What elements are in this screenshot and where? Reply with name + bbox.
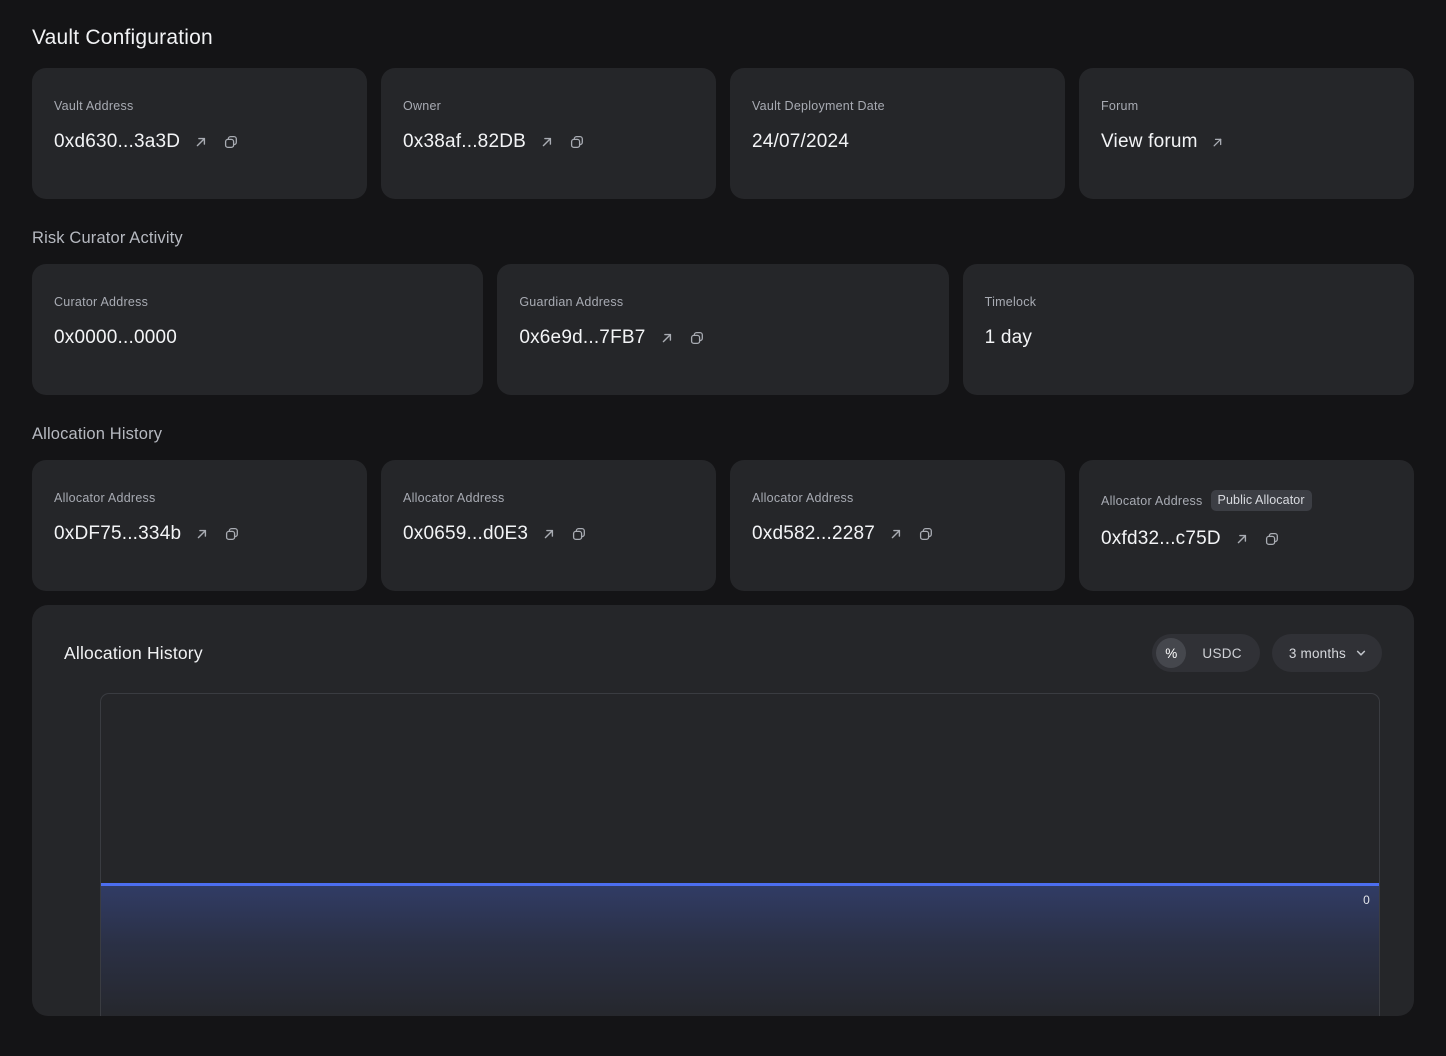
card-label: Vault Deployment Date xyxy=(752,98,1043,114)
external-link-icon[interactable] xyxy=(538,133,556,151)
card-allocator-address-3: Allocator Address 0xd582...2287 xyxy=(730,460,1065,591)
external-link-icon[interactable] xyxy=(658,329,676,347)
chart-series-line xyxy=(101,883,1379,886)
card-curator-address: Curator Address 0x0000...0000 xyxy=(32,264,484,395)
card-value-row: 0x0659...d0E3 xyxy=(403,522,694,546)
card-label: Allocator Address xyxy=(403,490,694,506)
card-value-row: 0xd582...2287 xyxy=(752,522,1043,546)
card-label-text: Curator Address xyxy=(54,295,149,309)
copy-icon[interactable] xyxy=(222,133,240,151)
card-label-text: Forum xyxy=(1101,99,1139,113)
chart-series-value-label: 0 xyxy=(1363,893,1370,907)
card-value-row: 0x6e9d...7FB7 xyxy=(519,326,926,350)
vault-config-card-grid: Vault Address 0xd630...3a3D Owner 0x38af… xyxy=(32,68,1414,199)
card-vault-deployment-date: Vault Deployment Date 24/07/2024 xyxy=(730,68,1065,199)
card-value: 0x0659...d0E3 xyxy=(403,523,529,544)
chart-controls: % USDC 3 months xyxy=(1152,634,1382,672)
card-label: Vault Address xyxy=(54,98,345,114)
card-vault-address: Vault Address 0xd630...3a3D xyxy=(32,68,367,199)
external-link-icon[interactable] xyxy=(887,525,905,543)
card-label: Owner xyxy=(403,98,694,114)
card-label-text: Allocator Address xyxy=(403,491,505,505)
card-label-text: Allocator Address xyxy=(752,491,854,505)
card-value: 0x0000...0000 xyxy=(54,327,178,348)
unit-toggle-group: % USDC xyxy=(1152,634,1260,672)
card-value: 1 day xyxy=(984,327,1033,348)
time-range-label: 3 months xyxy=(1288,645,1346,661)
card-label: Guardian Address xyxy=(519,294,926,310)
external-link-icon[interactable] xyxy=(1233,530,1251,548)
card-forum: Forum View forum xyxy=(1079,68,1414,199)
section-title-allocation-history: Allocation History xyxy=(32,425,163,443)
card-value-row: 1 day xyxy=(985,326,1392,350)
card-label: Timelock xyxy=(985,294,1392,310)
external-link-icon[interactable] xyxy=(1209,133,1227,151)
card-allocator-address-4: Allocator Address Public Allocator 0xfd3… xyxy=(1079,460,1414,591)
card-value: 0xfd32...c75D xyxy=(1101,528,1221,549)
unit-toggle-usdc[interactable]: USDC xyxy=(1188,638,1255,668)
card-allocator-address-1: Allocator Address 0xDF75...334b xyxy=(32,460,367,591)
external-link-icon[interactable] xyxy=(540,525,558,543)
card-guardian-address: Guardian Address 0x6e9d...7FB7 xyxy=(497,264,949,395)
section-title-risk-curator-activity: Risk Curator Activity xyxy=(32,229,183,247)
allocation-history-chart-panel: Allocation History % USDC 3 months 0 xyxy=(32,605,1414,1016)
card-label: Allocator Address Public Allocator xyxy=(1101,490,1392,511)
card-value-row: 24/07/2024 xyxy=(752,130,1043,154)
card-value: 0xd582...2287 xyxy=(752,523,876,544)
card-label-text: Allocator Address xyxy=(1101,493,1203,508)
card-label-text: Guardian Address xyxy=(519,295,624,309)
chart-header: Allocation History % USDC 3 months xyxy=(64,633,1382,673)
card-value: View forum xyxy=(1101,131,1198,152)
vault-configuration-page: Vault Configuration Vault Address 0xd630… xyxy=(0,0,1446,1056)
status-badge-public-allocator: Public Allocator xyxy=(1210,490,1312,511)
card-value-row: 0xd630...3a3D xyxy=(54,130,345,154)
card-label-text: Vault Address xyxy=(54,99,134,113)
card-label: Allocator Address xyxy=(752,490,1043,506)
external-link-icon[interactable] xyxy=(193,525,211,543)
copy-icon[interactable] xyxy=(570,525,588,543)
card-label-text: Vault Deployment Date xyxy=(752,99,885,113)
copy-icon[interactable] xyxy=(223,525,241,543)
card-label: Curator Address xyxy=(54,294,461,310)
external-link-icon[interactable] xyxy=(192,133,210,151)
time-range-dropdown[interactable]: 3 months xyxy=(1271,634,1382,672)
percent-icon: % xyxy=(1165,645,1178,661)
risk-curator-card-grid: Curator Address 0x0000...0000 Guardian A… xyxy=(32,264,1414,395)
card-allocator-address-2: Allocator Address 0x0659...d0E3 xyxy=(381,460,716,591)
chart-series-area-fill xyxy=(101,886,1379,1016)
card-label-text: Timelock xyxy=(984,295,1037,309)
card-label: Allocator Address xyxy=(54,490,345,506)
chart-plot-area[interactable]: 0 xyxy=(100,693,1380,1016)
card-value-row: 0x38af...82DB xyxy=(403,130,694,154)
chevron-down-icon xyxy=(1355,647,1367,659)
copy-icon[interactable] xyxy=(1263,530,1281,548)
card-owner: Owner 0x38af...82DB xyxy=(381,68,716,199)
card-label-text: Allocator Address xyxy=(54,491,156,505)
card-value-row: 0xfd32...c75D xyxy=(1101,527,1392,551)
chart-title: Allocation History xyxy=(64,642,203,663)
card-value-row: 0xDF75...334b xyxy=(54,522,345,546)
card-value: 24/07/2024 xyxy=(752,131,850,152)
unit-toggle-percent[interactable]: % xyxy=(1156,638,1187,668)
card-value: 0x6e9d...7FB7 xyxy=(519,327,646,348)
card-label: Forum xyxy=(1101,98,1392,114)
card-label-text: Owner xyxy=(403,99,442,113)
card-timelock: Timelock 1 day xyxy=(962,264,1414,395)
page-title: Vault Configuration xyxy=(32,26,213,49)
copy-icon[interactable] xyxy=(568,133,586,151)
card-value-row: 0x0000...0000 xyxy=(54,326,461,350)
copy-icon[interactable] xyxy=(688,329,706,347)
card-value: 0x38af...82DB xyxy=(403,131,527,152)
card-value: 0xDF75...334b xyxy=(54,523,182,544)
copy-icon[interactable] xyxy=(917,525,935,543)
view-forum-link[interactable]: View forum xyxy=(1101,130,1392,154)
allocation-history-card-grid: Allocator Address 0xDF75...334b Allocato… xyxy=(32,460,1414,591)
unit-toggle-usdc-label: USDC xyxy=(1202,645,1242,661)
card-value: 0xd630...3a3D xyxy=(54,131,181,152)
